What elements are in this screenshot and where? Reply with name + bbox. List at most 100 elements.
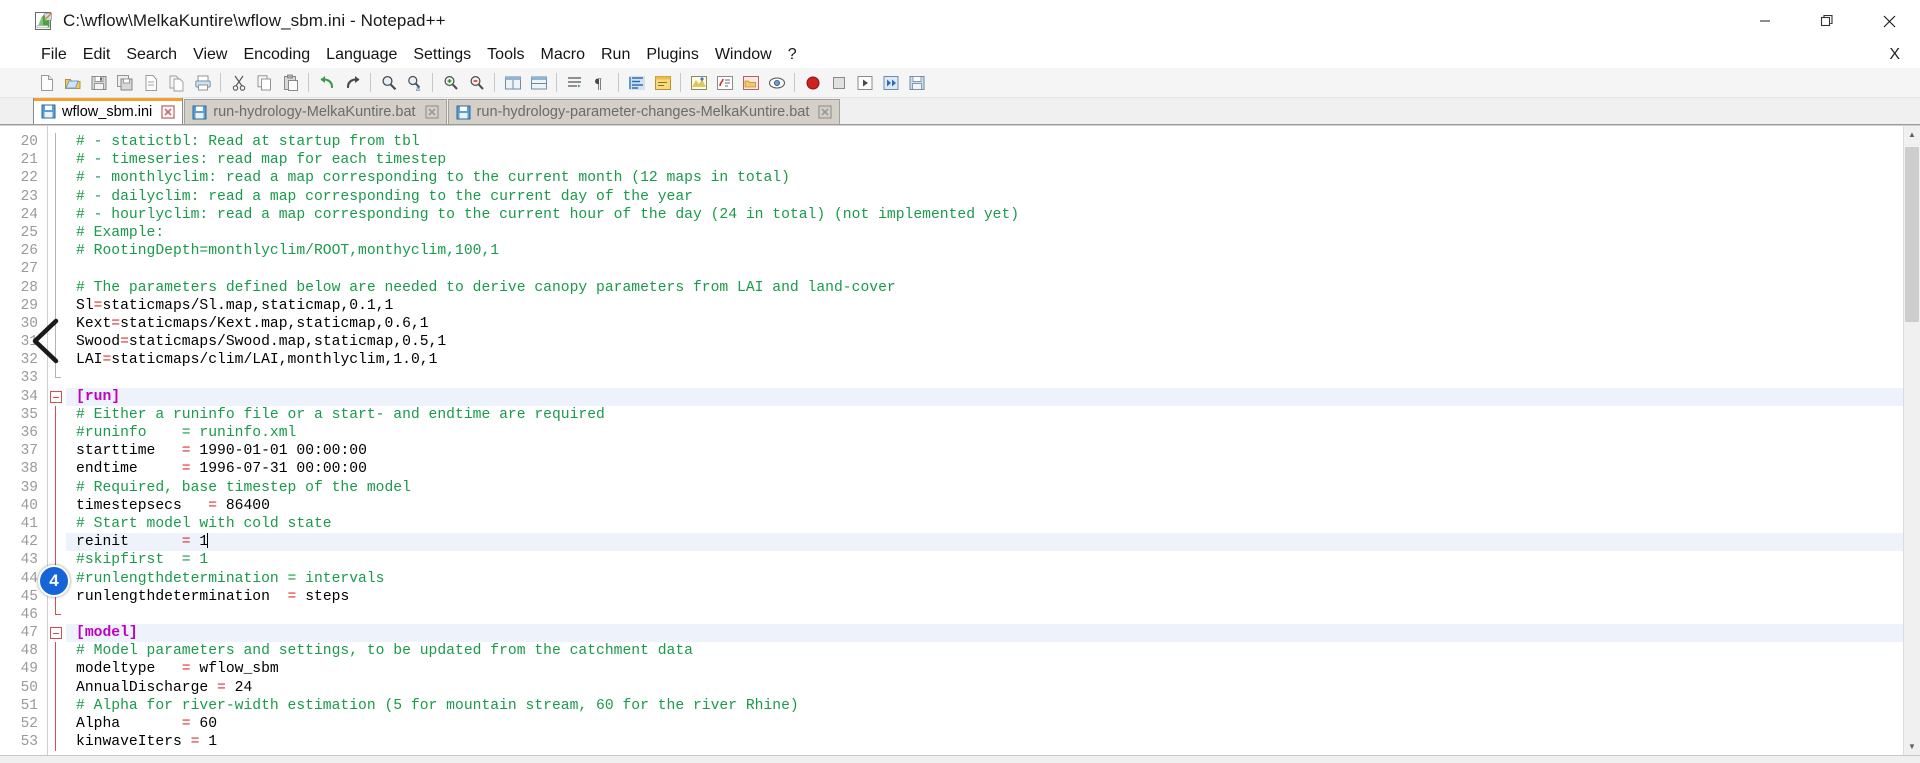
code-line[interactable]: [model] xyxy=(76,624,1903,643)
cut-icon[interactable] xyxy=(226,70,251,95)
code-line[interactable]: # Required, base timestep of the model xyxy=(76,479,1903,497)
code-line[interactable]: Sl=staticmaps/Sl.map,staticmap,0.1,1 xyxy=(76,297,1903,315)
code-line[interactable]: # Alpha for river-width estimation (5 fo… xyxy=(76,697,1903,715)
code-line[interactable]: #runinfo = runinfo.xml xyxy=(76,424,1903,442)
menu-item-language[interactable]: Language xyxy=(318,43,405,67)
code-line[interactable]: endtime = 1996-07-31 00:00:00 xyxy=(76,460,1903,478)
close-tab-icon[interactable] xyxy=(424,105,439,119)
code-line[interactable]: # RootingDepth=monthlyclim/ROOT,monthycl… xyxy=(76,242,1903,260)
code-line[interactable]: # - dailyclim: read a map corresponding … xyxy=(76,188,1903,206)
menu-item-window[interactable]: Window xyxy=(707,43,780,67)
menu-item-edit[interactable]: Edit xyxy=(75,43,119,67)
folder-as-workspace-icon[interactable] xyxy=(738,70,763,95)
scroll-down-arrow[interactable]: ▼ xyxy=(1904,738,1920,755)
text-editor[interactable]: 20 21 22 23 24 25 26 27 28 29 30 31 32 33 34 35 36 37 38 39… xyxy=(0,126,1903,755)
code-line[interactable] xyxy=(76,369,1903,387)
indent-guide-icon[interactable] xyxy=(624,70,649,95)
sync-horizontal-scrolling-icon[interactable] xyxy=(526,70,551,95)
function-list-icon[interactable] xyxy=(712,70,737,95)
code-line[interactable]: AnnualDischarge = 24 xyxy=(76,679,1903,697)
play-macro-icon[interactable] xyxy=(852,70,877,95)
menu-item-search[interactable]: Search xyxy=(118,43,185,67)
code-line[interactable]: # The parameters defined below are neede… xyxy=(76,279,1903,297)
zoom-in-icon[interactable] xyxy=(438,70,463,95)
replace-icon[interactable]: a xyxy=(402,70,427,95)
stop-macro-icon[interactable] xyxy=(826,70,851,95)
code-line[interactable]: kinwaveIters = 1 xyxy=(76,733,1903,751)
minimize-button[interactable] xyxy=(1734,0,1796,42)
scrollbar-thumb[interactable] xyxy=(1905,147,1919,322)
menu-item-file[interactable]: File xyxy=(33,43,75,67)
close-tab-icon[interactable] xyxy=(161,104,175,119)
copy-icon[interactable] xyxy=(252,70,277,95)
record-macro-icon[interactable] xyxy=(800,70,825,95)
code-content[interactable]: # - statictbl: Read at startup from tbl #… xyxy=(66,126,1903,755)
code-line[interactable]: starttime = 1990-01-01 00:00:00 xyxy=(76,442,1903,460)
code-line[interactable]: # - monthlyclim: read a map correspondin… xyxy=(76,169,1903,187)
vertical-scrollbar[interactable]: ▲ ▼ xyxy=(1903,126,1920,755)
scrollbar-track[interactable] xyxy=(1904,143,1920,738)
code-line[interactable]: LAI=staticmaps/clim/LAI,monthlyclim,1.0,… xyxy=(76,351,1903,369)
code-line[interactable]: # Either a runinfo file or a start- and … xyxy=(76,406,1903,424)
code-line[interactable]: #skipfirst = 1 xyxy=(76,551,1903,569)
close-all-documents-icon[interactable] xyxy=(164,70,189,95)
fold-marker[interactable] xyxy=(48,624,66,642)
user-defined-language-icon[interactable] xyxy=(650,70,675,95)
monitoring-icon[interactable] xyxy=(764,70,789,95)
close-document-icon[interactable] xyxy=(138,70,163,95)
fold-collapse-icon[interactable] xyxy=(50,390,62,403)
run-macro-multiple-icon[interactable] xyxy=(878,70,903,95)
tab-wflow-sbm-ini[interactable]: wflow_sbm.ini xyxy=(33,98,184,124)
code-line[interactable] xyxy=(76,606,1903,624)
document-map-icon[interactable] xyxy=(686,70,711,95)
save-icon[interactable] xyxy=(86,70,111,95)
sync-vertical-scrolling-icon[interactable] xyxy=(500,70,525,95)
menu-item-plugins[interactable]: Plugins xyxy=(638,43,706,67)
close-window-button[interactable] xyxy=(1858,0,1920,42)
menu-item-encoding[interactable]: Encoding xyxy=(235,43,318,67)
menu-item-tools[interactable]: Tools xyxy=(479,43,532,67)
code-line[interactable]: modeltype = wflow_sbm xyxy=(76,660,1903,678)
code-line[interactable]: # Start model with cold state xyxy=(76,515,1903,533)
fold-marker[interactable] xyxy=(48,388,66,406)
code-folding-margin[interactable] xyxy=(48,126,66,755)
code-line[interactable]: [run] xyxy=(76,387,1903,406)
menu-item-run[interactable]: Run xyxy=(593,43,638,67)
show-all-characters-icon[interactable]: ¶ xyxy=(588,70,613,95)
code-line[interactable]: Swood=staticmaps/Swood.map,staticmap,0.5… xyxy=(76,333,1903,351)
menu-item-help[interactable]: ? xyxy=(780,43,805,67)
new-file-icon[interactable] xyxy=(34,70,59,95)
maximize-restore-button[interactable] xyxy=(1796,0,1858,42)
close-document-button[interactable]: X xyxy=(1883,46,1906,64)
close-tab-icon[interactable] xyxy=(818,105,833,119)
code-line[interactable]: # Example: xyxy=(76,224,1903,242)
redo-icon[interactable] xyxy=(340,70,365,95)
tab-run-hydrology-parameter-changes-melkakuntire-bat[interactable]: run-hydrology-parameter-changes-MelkaKun… xyxy=(447,99,841,124)
tab-run-hydrology-melkakuntire-bat[interactable]: run-hydrology-MelkaKuntire.bat xyxy=(184,99,447,124)
save-macro-icon[interactable] xyxy=(904,70,929,95)
code-line[interactable]: Kext=staticmaps/Kext.map,staticmap,0.6,1 xyxy=(76,315,1903,333)
save-all-icon[interactable] xyxy=(112,70,137,95)
scroll-up-arrow[interactable]: ▲ xyxy=(1904,126,1920,143)
code-line[interactable]: runlengthdetermination = steps xyxy=(76,588,1903,606)
code-line[interactable]: # - timeseries: read map for each timest… xyxy=(76,151,1903,169)
menu-item-settings[interactable]: Settings xyxy=(405,43,479,67)
code-line[interactable]: timestepsecs = 86400 xyxy=(76,497,1903,515)
code-line[interactable]: Alpha = 60 xyxy=(76,715,1903,733)
code-line[interactable]: # - hourlyclim: read a map corresponding… xyxy=(76,206,1903,224)
find-icon[interactable] xyxy=(376,70,401,95)
menu-item-macro[interactable]: Macro xyxy=(533,43,593,67)
menu-item-view[interactable]: View xyxy=(185,43,235,67)
code-line[interactable]: #runlengthdetermination = intervals xyxy=(76,570,1903,588)
code-line[interactable]: # Model parameters and settings, to be u… xyxy=(76,642,1903,660)
current-code-line[interactable]: reinit = 1 xyxy=(76,533,1903,552)
code-line[interactable]: # - statictbl: Read at startup from tbl xyxy=(76,133,1903,151)
undo-icon[interactable] xyxy=(314,70,339,95)
word-wrap-icon[interactable] xyxy=(562,70,587,95)
fold-collapse-icon[interactable] xyxy=(50,627,62,640)
print-icon[interactable] xyxy=(190,70,215,95)
zoom-out-icon[interactable] xyxy=(464,70,489,95)
paste-icon[interactable] xyxy=(278,70,303,95)
code-line[interactable] xyxy=(76,260,1903,278)
open-file-icon[interactable] xyxy=(60,70,85,95)
